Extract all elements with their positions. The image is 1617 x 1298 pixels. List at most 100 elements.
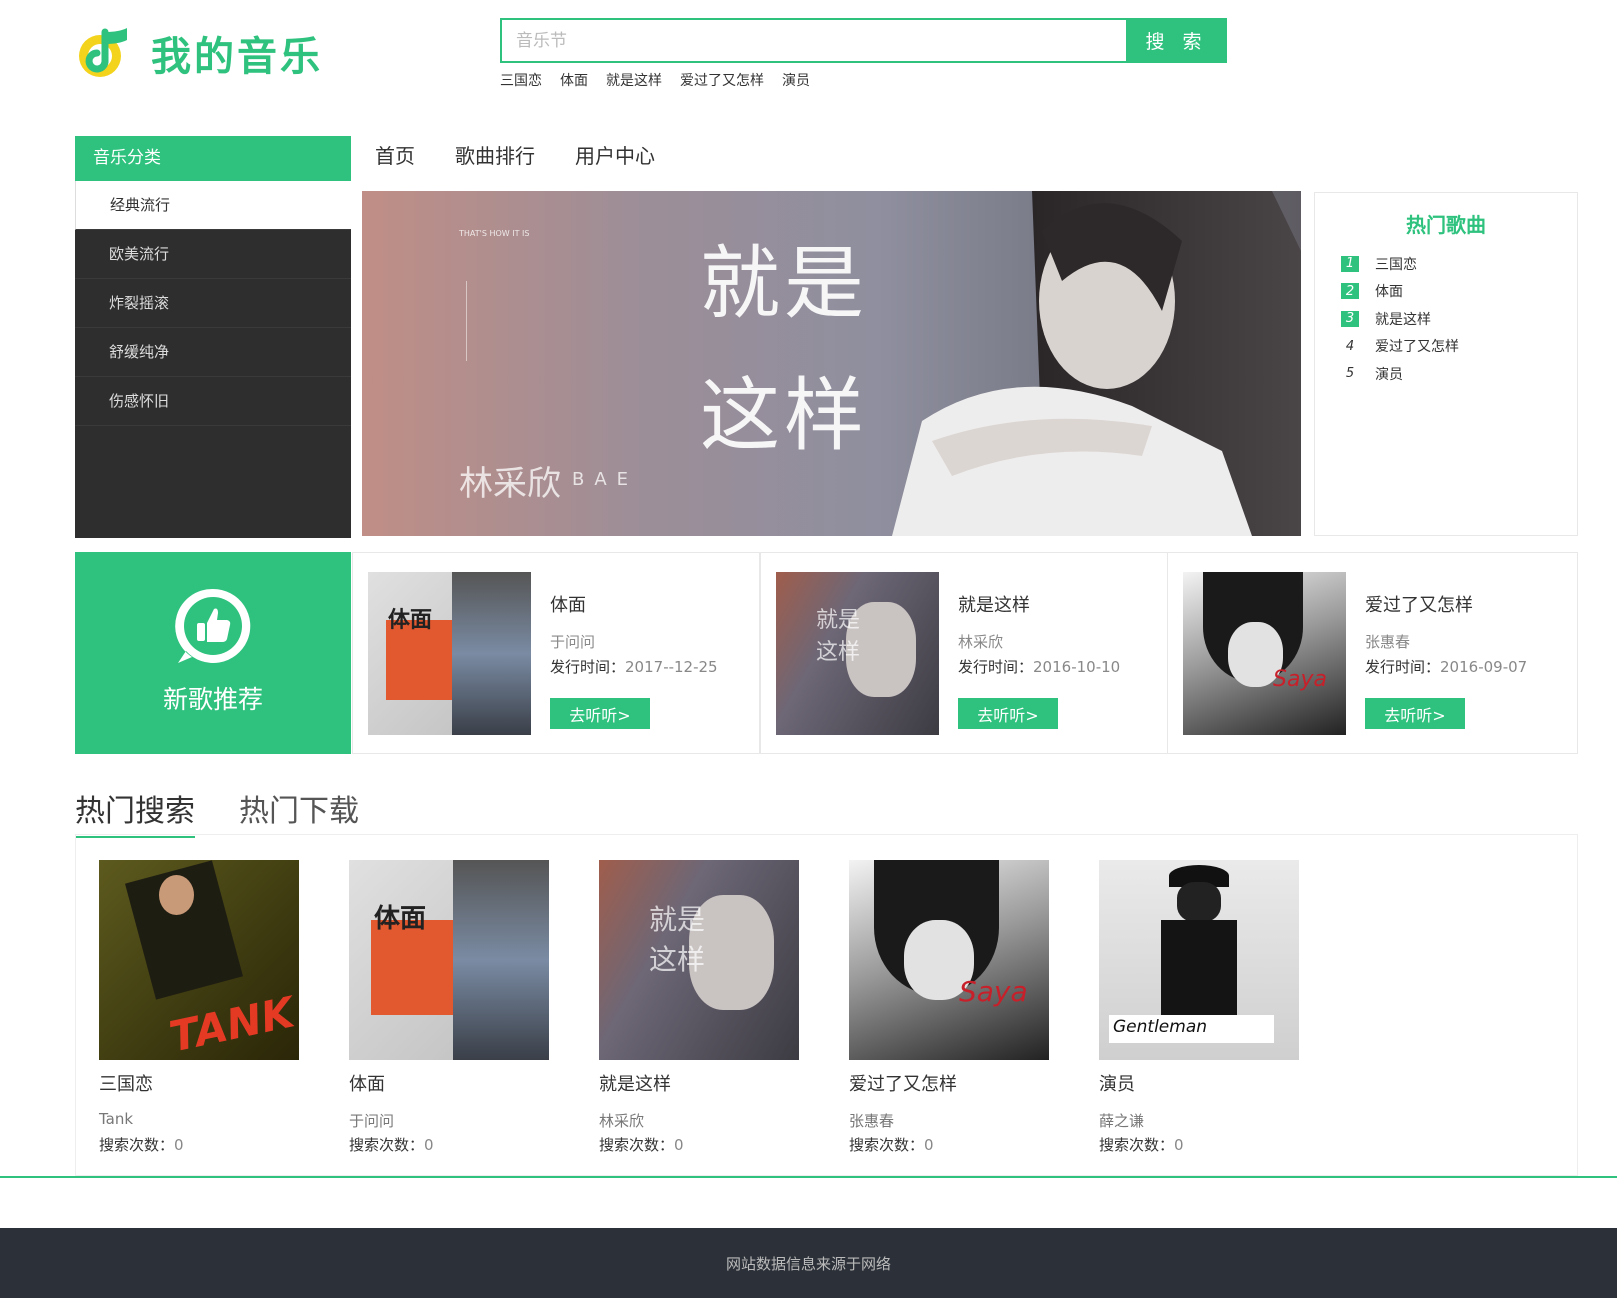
release-date-value: 2017--12-25 — [625, 658, 718, 676]
hot-song-item[interactable]: 4 爱过了又怎样 — [1341, 333, 1577, 361]
category-sidebar: 音乐分类 经典流行 欧美流行 炸裂摇滚 舒缓纯净 伤感怀旧 — [75, 136, 351, 538]
search-count-value: 0 — [424, 1136, 434, 1154]
tab-hot-download[interactable]: 热门下载 — [239, 786, 359, 838]
sidebar-item-relaxing[interactable]: 舒缓纯净 — [75, 328, 351, 377]
search-count-label: 搜索次数： — [99, 1136, 175, 1154]
search-count: 搜索次数：0 — [849, 1134, 934, 1155]
hot-song-name: 三国恋 — [1375, 256, 1417, 273]
footer: 网站数据信息来源于网络 — [0, 1228, 1617, 1298]
song-name[interactable]: 就是这样 — [958, 591, 1030, 617]
search-count-value: 0 — [674, 1136, 684, 1154]
music-note-logo-icon — [79, 28, 127, 77]
album-item: 就是这样 就是这样 林采欣 搜索次数：0 — [599, 860, 799, 1160]
rank-badge: 3 — [1341, 310, 1359, 327]
nav-song-ranking[interactable]: 歌曲排行 — [455, 140, 535, 169]
sidebar-item-western-pop[interactable]: 欧美流行 — [75, 230, 351, 279]
album-name[interactable]: 演员 — [1099, 1070, 1135, 1096]
hot-song-name: 演员 — [1375, 366, 1403, 383]
cover-title: 体面 — [374, 904, 427, 934]
song-name[interactable]: 爱过了又怎样 — [1365, 591, 1473, 617]
tab-hot-search[interactable]: 热门搜索 — [75, 786, 195, 838]
release-date-value: 2016-10-10 — [1033, 658, 1121, 676]
rank-badge: 2 — [1341, 283, 1359, 300]
site-logo[interactable]: 我的音乐 — [75, 20, 335, 82]
hot-song-item[interactable]: 2 体面 — [1341, 278, 1577, 306]
album-artist: Tank — [99, 1110, 134, 1128]
album-cover[interactable]: Gentleman — [1099, 860, 1299, 1060]
search-count-label: 搜索次数： — [599, 1136, 675, 1154]
hot-keyword-link[interactable]: 爱过了又怎样 — [680, 70, 764, 90]
hot-song-item[interactable]: 3 就是这样 — [1341, 305, 1577, 333]
cover-title: Gentleman — [1113, 1017, 1208, 1037]
rank-badge: 5 — [1345, 366, 1355, 382]
search-count: 搜索次数：0 — [99, 1134, 184, 1155]
album-cover[interactable]: Saya — [849, 860, 1049, 1060]
banner-small-text: THAT'S HOW IT IS — [459, 229, 530, 238]
album-name[interactable]: 体面 — [349, 1070, 385, 1096]
album-cover[interactable]: 就是这样 — [776, 572, 939, 735]
album-artist: 薛之谦 — [1099, 1112, 1145, 1130]
search-count-value: 0 — [1174, 1136, 1184, 1154]
release-date-value: 2016-09-07 — [1440, 658, 1528, 676]
search-count: 搜索次数：0 — [349, 1134, 434, 1155]
hot-song-name: 爱过了又怎样 — [1375, 339, 1459, 356]
sidebar-item-rock[interactable]: 炸裂摇滚 — [75, 279, 351, 328]
album-name[interactable]: 爱过了又怎样 — [849, 1070, 957, 1096]
sidebar-title: 音乐分类 — [75, 136, 351, 181]
song-artist: 于问问 — [550, 633, 596, 651]
hot-song-item[interactable]: 5 演员 — [1341, 360, 1577, 388]
banner-title-line1: 就是 — [700, 237, 868, 330]
search-input[interactable] — [502, 20, 1122, 61]
hot-song-name: 就是这样 — [1375, 311, 1431, 328]
album-cover[interactable]: 体面 — [368, 572, 531, 735]
sidebar-item-classic-pop[interactable]: 经典流行 — [75, 181, 351, 230]
nav-user-center[interactable]: 用户中心 — [575, 140, 655, 169]
cover-title: Saya — [959, 975, 1028, 1008]
hero-banner[interactable]: THAT'S HOW IT IS 就是 这样 林采欣 BAE — [362, 191, 1301, 536]
rank-badge: 4 — [1345, 338, 1355, 354]
search-box: 搜 索 — [500, 18, 1227, 63]
banner-title-line2: 这样 — [700, 369, 868, 462]
cover-title: 就是这样 — [816, 608, 861, 665]
album-artist: 林采欣 — [599, 1112, 645, 1130]
album-item: TANK 三国恋 Tank 搜索次数：0 — [99, 860, 299, 1160]
hot-keyword-link[interactable]: 就是这样 — [606, 70, 662, 90]
new-song-card: 就是这样 就是这样 林采欣 发行时间：2016-10-10 去听听> — [760, 552, 1168, 754]
listen-button[interactable]: 去听听> — [550, 698, 650, 729]
hot-keyword-link[interactable]: 三国恋 — [500, 70, 542, 90]
search-count-label: 搜索次数： — [849, 1136, 925, 1154]
album-cover[interactable]: 体面 — [349, 860, 549, 1060]
hot-keyword-link[interactable]: 演员 — [782, 70, 810, 90]
album-cover[interactable]: TANK — [99, 860, 299, 1060]
sidebar-item-nostalgic[interactable]: 伤感怀旧 — [75, 377, 351, 426]
album-cover[interactable]: Saya — [1183, 572, 1346, 735]
cover-title: 体面 — [388, 608, 433, 633]
song-artist: 张惠春 — [1365, 633, 1411, 651]
album-artist: 张惠春 — [849, 1112, 895, 1130]
album-cover[interactable]: 就是这样 — [599, 860, 799, 1060]
ranking-tabs: 热门搜索 热门下载 — [75, 786, 359, 838]
hot-keyword-link[interactable]: 体面 — [560, 70, 588, 90]
new-songs-tile: 新歌推荐 — [75, 552, 351, 754]
nav-home[interactable]: 首页 — [375, 140, 415, 169]
release-date-label: 发行时间： — [550, 658, 626, 676]
search-button[interactable]: 搜 索 — [1126, 18, 1227, 63]
hot-song-item[interactable]: 1 三国恋 — [1341, 250, 1577, 278]
hot-songs-panel: 热门歌曲 1 三国恋 2 体面 3 就是这样 4 爱过了又怎样 5 演员 — [1314, 192, 1578, 536]
banner-artist-photo — [892, 191, 1301, 536]
new-songs-title: 新歌推荐 — [162, 685, 263, 714]
song-name[interactable]: 体面 — [550, 591, 586, 617]
listen-button[interactable]: 去听听> — [1365, 698, 1465, 729]
hot-search-panel — [75, 834, 1578, 1176]
thumbs-up-icon — [175, 588, 251, 663]
listen-button[interactable]: 去听听> — [958, 698, 1058, 729]
release-date: 发行时间：2016-09-07 — [1365, 656, 1527, 677]
album-name[interactable]: 三国恋 — [99, 1070, 153, 1096]
album-name[interactable]: 就是这样 — [599, 1070, 671, 1096]
song-artist: 林采欣 — [958, 633, 1004, 651]
banner-divider — [466, 281, 467, 361]
search-count-value: 0 — [174, 1136, 184, 1154]
album-item: Saya 爱过了又怎样 张惠春 搜索次数：0 — [849, 860, 1049, 1160]
hot-keyword-list: 三国恋 体面 就是这样 爱过了又怎样 演员 — [500, 70, 810, 90]
search-count: 搜索次数：0 — [599, 1134, 684, 1155]
